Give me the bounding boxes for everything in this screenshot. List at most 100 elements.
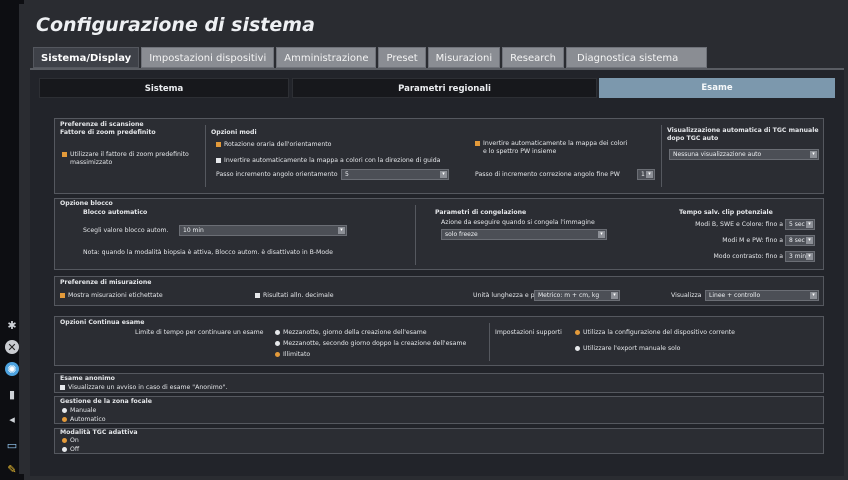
subtab-sistema[interactable]: Sistema: [39, 78, 289, 98]
monitor-icon[interactable]: ▭: [5, 438, 19, 452]
pencil-icon[interactable]: ✎: [5, 462, 19, 476]
rotation-checkbox[interactable]: [216, 141, 221, 147]
chevron-down-icon: ▾: [806, 237, 813, 244]
limit-opt2-radio[interactable]: [275, 340, 280, 346]
focal-zone-panel: Gestione de la zona focale Manuale Autom…: [54, 396, 824, 424]
settings-gear-icon[interactable]: ✺: [5, 362, 19, 376]
labeled-checkbox[interactable]: [60, 292, 65, 298]
clip1-select[interactable]: 5 sec ▾: [785, 219, 815, 230]
system-sidebar: ✱ ✕ ✺ ▮ ◂ ▭ ✎: [0, 0, 25, 480]
clip-title: Tempo salv. clip potenziale: [679, 209, 773, 216]
zoom-option[interactable]: Utilizzare il fattore di zoom predefinit…: [62, 151, 189, 167]
chevron-down-icon: ▾: [810, 292, 817, 299]
labeled-label: Mostra misurazioni etichettate: [68, 292, 163, 299]
clip2-select[interactable]: 8 sec ▾: [785, 235, 815, 246]
labeled-option[interactable]: Mostra misurazioni etichettate: [60, 292, 163, 300]
anon-title: Esame anonimo: [60, 375, 115, 382]
fine-step-select[interactable]: 1 ▾: [637, 169, 655, 180]
clip3-label: Modo contrasto: fino a: [713, 253, 783, 260]
anon-checkbox[interactable]: [60, 384, 65, 390]
adaptive-opt1-label: On: [70, 437, 79, 444]
invert-pw-checkbox[interactable]: [475, 140, 480, 146]
chevron-down-icon: ▾: [338, 227, 345, 234]
angle-step-label: Passo incremento angolo orientamento: [216, 171, 338, 178]
supp-opt1-radio[interactable]: [575, 329, 580, 335]
focal-opt2-radio[interactable]: [62, 416, 67, 422]
anon-label: Visualizzare un avviso in caso di esame …: [68, 384, 228, 391]
divider: [489, 323, 490, 361]
tab-diagnostica-sistema[interactable]: Diagnostica sistema: [566, 47, 708, 68]
tab-misurazioni[interactable]: Misurazioni: [427, 47, 501, 68]
scan-title: Preferenze di scansione: [60, 121, 144, 128]
adaptive-tgc-panel: Modalità TGC adattiva On Off: [54, 428, 824, 454]
zoom-checkbox[interactable]: [62, 151, 67, 157]
chevron-down-icon: ▾: [646, 171, 653, 178]
network-icon[interactable]: ✱: [5, 318, 19, 332]
decimal-option[interactable]: Risultati alln. decimale: [255, 292, 334, 300]
invert-guide-checkbox[interactable]: [216, 157, 221, 163]
tgc-select[interactable]: Nessuna visualizzazione auto ▾: [669, 149, 819, 160]
invert-pw-label: Invertire automaticamente la mappa dei c…: [483, 140, 628, 155]
freeze-select[interactable]: solo freeze ▾: [441, 229, 607, 240]
fine-step-label: Passo di incremento correzione angolo fi…: [475, 171, 620, 178]
clip3-select[interactable]: 3 min ▾: [785, 251, 815, 262]
angle-step-select[interactable]: 5 ▾: [341, 169, 449, 180]
storage-icon[interactable]: ▮: [5, 387, 19, 401]
divider: [661, 125, 662, 187]
limit-opt2[interactable]: Mezzanotte, secondo giorno doppo la crea…: [275, 340, 466, 348]
subtab-esame[interactable]: Esame: [599, 78, 835, 98]
lock-value-select[interactable]: 10 min ▾: [179, 225, 347, 236]
auto-lock-title: Blocco automatico: [83, 209, 148, 216]
supp-opt2-label: Utilizzare l'export manuale solo: [583, 345, 681, 352]
meas-title: Preferenze di misurazione: [60, 279, 152, 286]
lock-options-panel: Opzione blocco Blocco automatico Scegli …: [54, 198, 824, 270]
divider: [205, 125, 206, 187]
limit-opt1-radio[interactable]: [275, 329, 280, 335]
speaker-icon[interactable]: ◂: [5, 412, 19, 426]
modes-title: Opzioni modi: [211, 129, 257, 136]
zoom-title: Fattore di zoom predefinito: [60, 129, 156, 136]
invert-pw-option[interactable]: Invertire automaticamente la mappa dei c…: [475, 140, 627, 156]
supp-opt2-radio[interactable]: [575, 345, 580, 351]
rotation-option[interactable]: Rotazione oraria dell'orientamento: [216, 141, 331, 149]
supp-opt1-label: Utilizza la configurazione del dispositi…: [583, 329, 735, 336]
anonymous-exam-panel: Esame anonimo Visualizzare un avviso in …: [54, 373, 824, 393]
adaptive-opt2-radio[interactable]: [62, 446, 67, 452]
chevron-down-icon: ▾: [611, 292, 618, 299]
chevron-down-icon: ▾: [598, 231, 605, 238]
tab-preset[interactable]: Preset: [378, 47, 426, 68]
adaptive-opt2[interactable]: Off: [62, 446, 79, 454]
supp-opt1[interactable]: Utilizza la configurazione del dispositi…: [575, 329, 735, 337]
limit-opt1[interactable]: Mezzanotte, giorno della creazione dell'…: [275, 329, 427, 337]
continue-title: Opzioni Continua esame: [60, 319, 145, 326]
anon-option[interactable]: Visualizzare un avviso in caso di esame …: [60, 384, 227, 392]
continue-exam-panel: Opzioni Continua esame Limite di tempo p…: [54, 316, 824, 366]
tab-research[interactable]: Research: [502, 47, 565, 68]
decimal-checkbox[interactable]: [255, 292, 260, 298]
focal-opt2[interactable]: Automatico: [62, 416, 106, 424]
lock-title: Opzione blocco: [60, 200, 113, 207]
adaptive-opt2-label: Off: [70, 446, 80, 453]
clip1-label: Modi B, SWE e Colore: fino a: [695, 221, 783, 228]
content-area: Sistema Parametri regionali Esame Prefer…: [30, 68, 844, 476]
display-label: Visualizza: [671, 292, 702, 299]
subtab-parametri-regionali[interactable]: Parametri regionali: [292, 78, 597, 98]
chevron-down-icon: ▾: [440, 171, 447, 178]
focal-opt1-radio[interactable]: [62, 407, 67, 413]
unit-select[interactable]: Metrico: m + cm, kg ▾: [534, 290, 620, 301]
display-select[interactable]: Linee + controllo ▾: [705, 290, 819, 301]
supp-opt2[interactable]: Utilizzare l'export manuale solo: [575, 345, 680, 353]
limit-opt3-radio[interactable]: [275, 351, 280, 357]
close-icon[interactable]: ✕: [5, 340, 19, 354]
divider: [415, 205, 416, 265]
tab-amministrazione[interactable]: Amministrazione: [276, 47, 377, 68]
measurement-preferences-panel: Preferenze di misurazione Mostra misuraz…: [54, 276, 824, 306]
tab-impostazioni-dispositivi[interactable]: Impostazioni dispositivi: [141, 47, 275, 68]
limit-opt3[interactable]: Illimitato: [275, 351, 310, 359]
adaptive-opt1[interactable]: On: [62, 437, 79, 445]
limit-label: Limite di tempo per continuare un esame: [135, 329, 264, 336]
tab-sistema-display[interactable]: Sistema/Display: [33, 47, 140, 68]
invert-guide-option[interactable]: Invertire automaticamente la mappa a col…: [216, 157, 440, 165]
adaptive-opt1-radio[interactable]: [62, 437, 67, 443]
focal-opt1[interactable]: Manuale: [62, 407, 96, 415]
